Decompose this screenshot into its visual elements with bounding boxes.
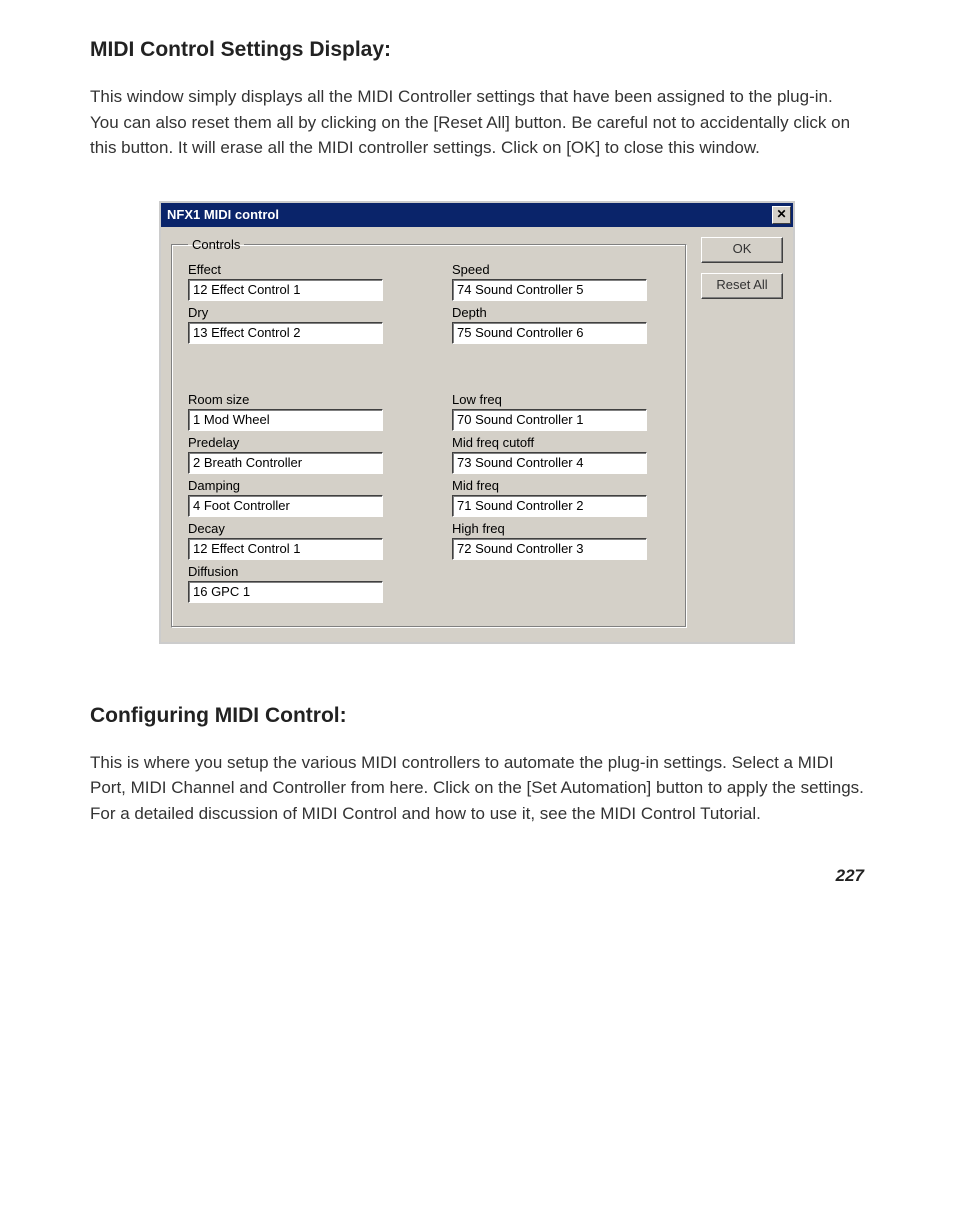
roomsize-label: Room size xyxy=(188,392,398,407)
predelay-field[interactable]: 2 Breath Controller xyxy=(188,452,383,474)
section-paragraph: This window simply displays all the MIDI… xyxy=(90,84,864,161)
dialog-body: Controls Effect 12 Effect Control 1 Dry … xyxy=(161,227,793,642)
section-paragraph: This is where you setup the various MIDI… xyxy=(90,750,864,827)
dialog-buttons: OK Reset All xyxy=(701,237,783,309)
dialog-titlebar: NFX1 MIDI control ✕ xyxy=(161,203,793,227)
dry-field[interactable]: 13 Effect Control 2 xyxy=(188,322,383,344)
speed-label: Speed xyxy=(452,262,662,277)
speed-field[interactable]: 74 Sound Controller 5 xyxy=(452,279,647,301)
ok-button[interactable]: OK xyxy=(701,237,783,263)
midfreqcutoff-field[interactable]: 73 Sound Controller 4 xyxy=(452,452,647,474)
damping-field[interactable]: 4 Foot Controller xyxy=(188,495,383,517)
roomsize-field[interactable]: 1 Mod Wheel xyxy=(188,409,383,431)
controls-legend: Controls xyxy=(188,237,244,252)
damping-label: Damping xyxy=(188,478,398,493)
diffusion-label: Diffusion xyxy=(188,564,398,579)
dialog-title: NFX1 MIDI control xyxy=(167,207,279,222)
midfreq-label: Mid freq xyxy=(452,478,662,493)
highfreq-label: High freq xyxy=(452,521,662,536)
controls-groupbox: Controls Effect 12 Effect Control 1 Dry … xyxy=(171,237,687,628)
depth-field[interactable]: 75 Sound Controller 6 xyxy=(452,322,647,344)
section-heading: MIDI Control Settings Display: xyxy=(90,38,864,62)
controls-col-right: Speed 74 Sound Controller 5 Depth 75 Sou… xyxy=(452,262,662,607)
dry-label: Dry xyxy=(188,305,398,320)
page-number: 227 xyxy=(90,866,864,886)
diffusion-field[interactable]: 16 GPC 1 xyxy=(188,581,383,603)
section-heading: Configuring MIDI Control: xyxy=(90,704,864,728)
controls-col-left: Effect 12 Effect Control 1 Dry 13 Effect… xyxy=(188,262,398,607)
effect-label: Effect xyxy=(188,262,398,277)
lowfreq-field[interactable]: 70 Sound Controller 1 xyxy=(452,409,647,431)
lowfreq-label: Low freq xyxy=(452,392,662,407)
midfreq-field[interactable]: 71 Sound Controller 2 xyxy=(452,495,647,517)
highfreq-field[interactable]: 72 Sound Controller 3 xyxy=(452,538,647,560)
predelay-label: Predelay xyxy=(188,435,398,450)
midi-control-dialog: NFX1 MIDI control ✕ Controls Effect 12 E… xyxy=(159,201,795,644)
decay-field[interactable]: 12 Effect Control 1 xyxy=(188,538,383,560)
reset-all-button[interactable]: Reset All xyxy=(701,273,783,299)
depth-label: Depth xyxy=(452,305,662,320)
close-icon[interactable]: ✕ xyxy=(772,206,791,224)
decay-label: Decay xyxy=(188,521,398,536)
effect-field[interactable]: 12 Effect Control 1 xyxy=(188,279,383,301)
midfreqcutoff-label: Mid freq cutoff xyxy=(452,435,662,450)
